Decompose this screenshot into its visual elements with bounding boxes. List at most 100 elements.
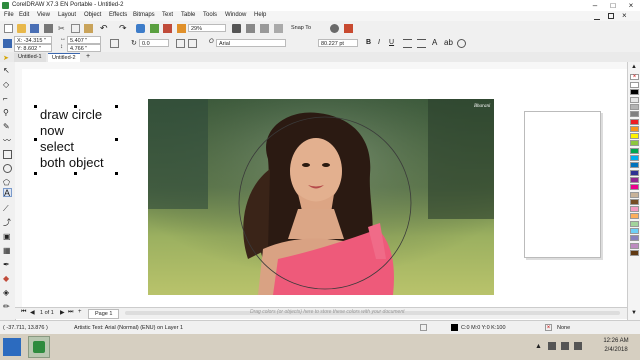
first-page-icon[interactable]: ⏮ [21,309,26,316]
show-rulers-icon[interactable] [246,24,255,33]
cut-icon[interactable]: ✂ [58,24,67,33]
tab-untitled-1[interactable]: Untitled-1 [14,53,46,62]
menu-tools[interactable]: Tools [203,12,217,18]
font-family-select[interactable]: Arial [216,39,286,47]
drawing-canvas[interactable]: draw circle now select both object Bhara… [22,69,627,307]
connector-tool-icon[interactable]: ⤴ [3,218,12,227]
smart-fill-tool-icon[interactable]: ◈ [3,288,12,297]
color-swatch[interactable] [630,242,639,249]
color-swatch[interactable] [630,140,639,147]
ellipse-tool-icon[interactable] [3,164,12,173]
maximize-button[interactable]: □ [604,0,622,11]
quick-customize-icon[interactable] [457,39,466,48]
color-swatch[interactable] [630,82,639,88]
paste-icon[interactable] [84,24,93,33]
palette-scroll-up-icon[interactable]: ▲ [631,64,637,70]
menu-edit[interactable]: Edit [19,12,29,18]
volume-icon[interactable] [561,342,569,350]
doc-close-button[interactable]: × [622,11,627,20]
copy-icon[interactable] [71,24,80,33]
selection-handle[interactable] [34,138,37,141]
close-button[interactable]: × [622,0,640,11]
italic-button[interactable]: I [378,39,380,46]
selection-handle[interactable] [115,138,118,141]
bitmap-photo[interactable]: Bharani [148,99,494,295]
color-swatch[interactable] [630,125,639,132]
start-button-icon[interactable] [3,338,21,356]
next-page-icon[interactable]: ▶ [60,309,65,316]
menu-effects[interactable]: Effects [109,12,127,18]
color-swatch[interactable] [630,155,639,161]
doc-restore-button[interactable] [608,13,614,19]
color-swatch[interactable] [630,169,639,176]
zoom-level-select[interactable]: 29% [188,24,226,32]
snap-to-dropdown[interactable]: Snap To [291,25,311,31]
color-swatch[interactable] [630,176,639,183]
color-swatch[interactable] [630,147,639,154]
previous-page-icon[interactable]: ◀ [30,309,35,316]
text-tool-icon[interactable]: A [3,188,12,198]
doc-minimize-button[interactable] [594,13,600,20]
menu-window[interactable]: Window [225,12,246,18]
lock-ratio-icon[interactable] [110,39,119,48]
import-icon[interactable] [150,24,159,33]
selection-handle[interactable] [34,105,37,108]
selection-handle[interactable] [34,172,37,175]
color-swatch[interactable] [630,235,639,242]
menu-object[interactable]: Object [84,12,101,18]
artistic-text-object[interactable]: draw circle now select both object [34,105,118,175]
menu-text[interactable]: Text [162,12,173,18]
bold-button[interactable]: B [366,39,371,46]
bullet-list-icon[interactable] [417,39,426,48]
publish-pdf-icon[interactable] [177,24,186,33]
no-color-swatch[interactable]: × [630,74,639,80]
save-icon[interactable] [30,24,39,33]
color-swatch[interactable] [630,96,639,103]
menu-bitmaps[interactable]: Bitmaps [133,12,155,18]
undo-icon[interactable]: ↶ [100,24,109,33]
freehand-tool-icon[interactable]: ✎ [3,122,12,131]
selection-handle[interactable] [74,172,77,175]
edit-text-icon[interactable]: ab [444,38,453,47]
full-screen-icon[interactable] [232,24,241,33]
menu-help[interactable]: Help [254,12,266,18]
height-field[interactable]: 4.766 " [67,44,101,52]
color-swatch[interactable] [630,206,639,213]
x-position-field[interactable]: X: -34.315 " [14,36,52,44]
minimize-button[interactable]: – [586,0,604,11]
text-properties-icon[interactable]: A [432,38,437,47]
color-swatch[interactable] [630,191,639,198]
mirror-horizontal-icon[interactable] [176,39,185,48]
drop-shadow-tool-icon[interactable]: ▣ [3,232,12,241]
network-icon[interactable] [548,342,556,350]
show-guidelines-icon[interactable] [274,24,283,33]
color-swatch[interactable] [630,198,639,205]
parallel-dimension-tool-icon[interactable]: ⟋ [3,204,12,213]
export-icon[interactable] [163,24,172,33]
underline-button[interactable]: U [389,39,394,46]
artistic-media-tool-icon[interactable]: 〰 [3,136,12,145]
transparency-tool-icon[interactable]: ▦ [3,246,12,255]
eyedropper-tool-icon[interactable]: ✒ [3,260,12,269]
color-swatch[interactable] [630,111,639,118]
open-folder-icon[interactable] [17,24,26,33]
selection-handle[interactable] [74,105,77,108]
new-document-icon[interactable] [4,24,13,33]
color-swatch[interactable] [630,118,639,125]
rectangle-tool-icon[interactable] [3,150,12,159]
last-page-icon[interactable]: ⏭ [68,309,73,316]
color-swatch[interactable] [630,162,639,169]
color-swatch[interactable] [630,228,639,234]
y-position-field[interactable]: Y: 8.602 " [14,44,52,52]
rotation-angle-field[interactable]: 0.0 [139,39,169,47]
tray-arrow-icon[interactable]: ▲ [535,343,542,350]
width-field[interactable]: 5.407 " [67,36,101,44]
color-swatch[interactable] [630,89,639,96]
outline-pen-tool-icon[interactable]: ✏ [3,302,12,311]
font-size-select[interactable]: 80.227 pt [318,39,358,47]
color-swatch[interactable] [630,133,639,140]
selection-handle[interactable] [115,105,118,108]
redo-icon[interactable]: ↷ [119,24,128,33]
mirror-vertical-icon[interactable] [188,39,197,48]
add-page-icon[interactable]: + [78,309,82,315]
